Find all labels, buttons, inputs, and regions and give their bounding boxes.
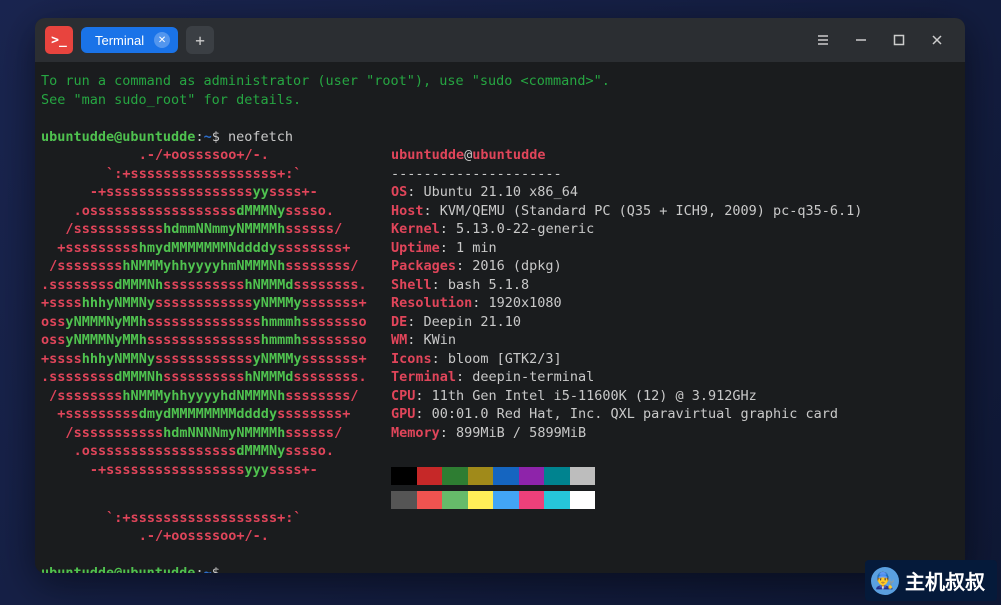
terminal-output[interactable]: To run a command as administrator (user …	[35, 62, 965, 573]
color-swatch	[391, 467, 417, 485]
watermark-text: 主机叔叔	[905, 566, 985, 595]
tab-close-icon[interactable]: ✕	[154, 32, 170, 48]
intro-line-2: See "man sudo_root" for details.	[41, 92, 301, 108]
maximize-icon[interactable]	[891, 32, 907, 48]
window-controls	[815, 32, 955, 48]
color-swatch	[493, 491, 519, 509]
color-swatch	[468, 491, 494, 509]
color-swatch	[544, 467, 570, 485]
color-palette	[391, 491, 959, 509]
color-palette	[391, 467, 959, 485]
color-swatch	[570, 467, 596, 485]
color-swatch	[570, 491, 596, 509]
watermark-icon: 👨‍🔧	[871, 567, 899, 595]
color-swatch	[493, 467, 519, 485]
tab-label: Terminal	[95, 33, 144, 48]
color-swatch	[544, 491, 570, 509]
menu-icon[interactable]	[815, 32, 831, 48]
color-swatch	[442, 467, 468, 485]
color-swatch	[519, 491, 545, 509]
color-swatch	[417, 467, 443, 485]
minimize-icon[interactable]	[853, 32, 869, 48]
color-swatch	[468, 467, 494, 485]
prompt-line: ubuntudde@ubuntudde:~$ neofetch	[41, 129, 293, 145]
color-swatch	[391, 491, 417, 509]
intro-line-1: To run a command as administrator (user …	[41, 73, 610, 89]
tab-terminal[interactable]: Terminal ✕	[81, 27, 178, 53]
add-tab-button[interactable]: +	[186, 26, 214, 54]
color-swatch	[417, 491, 443, 509]
color-swatch	[519, 467, 545, 485]
prompt-line-2: ubuntudde@ubuntudde:~$	[41, 565, 228, 573]
terminal-window: >_ Terminal ✕ + To run a command as admi…	[35, 18, 965, 573]
watermark-badge: 👨‍🔧 主机叔叔	[865, 560, 997, 601]
close-icon[interactable]	[929, 32, 945, 48]
neofetch-block: .-/+oossssoo+/-.ubuntudde@ubuntudde `:+s…	[41, 146, 959, 546]
terminal-app-icon: >_	[45, 26, 73, 54]
color-swatch	[442, 491, 468, 509]
titlebar: >_ Terminal ✕ +	[35, 18, 965, 62]
